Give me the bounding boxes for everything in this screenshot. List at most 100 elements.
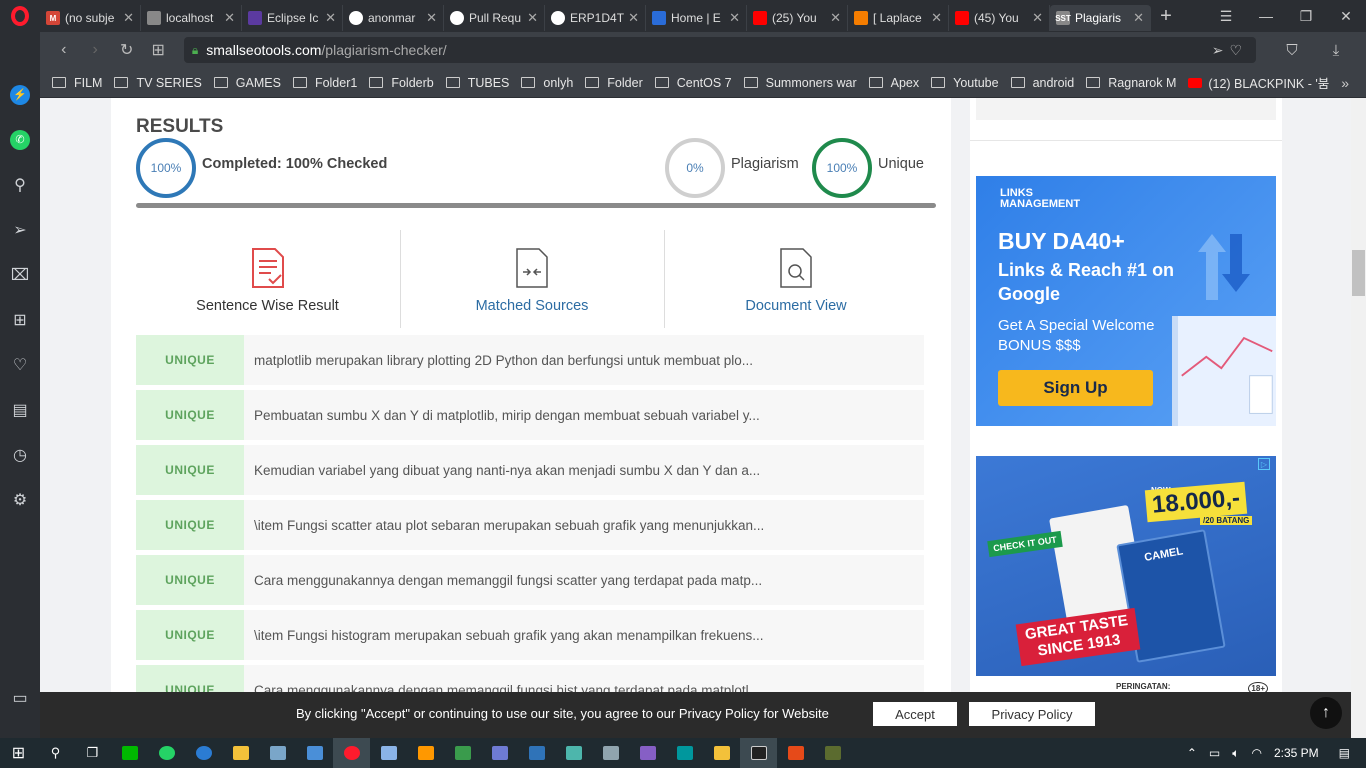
search-icon[interactable]: ⚲	[37, 738, 74, 768]
bookmark-folder[interactable]: GAMES	[213, 76, 281, 90]
browser-tab[interactable]: ERP1D4T ✕	[545, 5, 646, 31]
bookmark-folder[interactable]: FILM	[52, 76, 102, 90]
opera-taskbar-icon[interactable]	[333, 738, 370, 768]
browser-tab[interactable]: anonmar ✕	[343, 5, 444, 31]
bookmarks-more-button[interactable]: »	[1341, 75, 1349, 91]
bookmark-folder[interactable]: Summoners war	[743, 76, 857, 90]
arduino-icon[interactable]	[666, 738, 703, 768]
browser-tab[interactable]: localhost ✕	[141, 5, 242, 31]
scrollbar-thumb[interactable]	[1352, 250, 1365, 296]
shield-icon[interactable]: ⛉	[1270, 42, 1314, 59]
tray-chevron-icon[interactable]: ⌃	[1187, 746, 1197, 760]
app-icon-4[interactable]	[703, 738, 740, 768]
browser-tab[interactable]: [ Laplace ✕	[848, 5, 949, 31]
virtualbox-icon[interactable]	[518, 738, 555, 768]
file-explorer-icon[interactable]	[222, 738, 259, 768]
send-heart-icons[interactable]: ➢♡	[1212, 42, 1248, 59]
clock[interactable]: 2:35 PM	[1274, 746, 1319, 760]
wifi-icon[interactable]: ◠	[1251, 746, 1261, 760]
settings-icon[interactable]: ⚙	[0, 477, 40, 522]
sentence-row[interactable]: UNIQUE Kemudian variabel yang dibuat yang…	[136, 445, 924, 495]
browser-tab[interactable]: Pull Requ ✕	[444, 5, 545, 31]
line-app-icon[interactable]	[111, 738, 148, 768]
camera-icon[interactable]: ⌧	[0, 252, 40, 297]
tab-close-icon[interactable]: ✕	[628, 10, 639, 26]
url-input[interactable]: 🔒︎ smallseotools.com /plagiarism-checker…	[183, 37, 1256, 63]
links-management-ad[interactable]: LINKS MANAGEMENT BUY DA40+ Links & Reach …	[976, 176, 1276, 426]
reload-button[interactable]: ↻	[111, 40, 142, 60]
bookmark-folder[interactable]: TV SERIES	[114, 76, 202, 90]
app-icon-5[interactable]	[777, 738, 814, 768]
forward-button[interactable]: ›	[79, 41, 110, 59]
browser-tab[interactable]: (25) You ✕	[747, 5, 848, 31]
tab-close-icon[interactable]: ✕	[1032, 10, 1043, 26]
git-icon[interactable]	[814, 738, 851, 768]
bookmark-folder[interactable]: Folder	[585, 76, 643, 90]
bookmark-folder[interactable]: onlyh	[521, 76, 573, 90]
edge-icon[interactable]	[185, 738, 222, 768]
minimize-button[interactable]: —	[1246, 8, 1286, 25]
bookmark-youtube[interactable]: (12) BLACKPINK - '붐	[1188, 73, 1329, 92]
sublime-icon[interactable]	[407, 738, 444, 768]
tab-document-view[interactable]: Document View	[664, 230, 927, 328]
accept-button[interactable]: Accept	[873, 702, 957, 726]
sentence-row[interactable]: UNIQUE Pembuatan sumbu X dan Y di matplot…	[136, 390, 924, 440]
sentence-row[interactable]: UNIQUE matplotlib merupakan library plott…	[136, 335, 924, 385]
opera-logo-icon[interactable]	[0, 0, 40, 32]
sentence-row[interactable]: UNIQUE Cara menggunakannya dengan memangg…	[136, 555, 924, 605]
back-button[interactable]: ‹	[48, 41, 79, 59]
download-icon[interactable]: ⤓	[1314, 42, 1358, 59]
sentence-row[interactable]: UNIQUE \item Fungsi histogram merupakan s…	[136, 610, 924, 660]
volume-icon[interactable]: 🔈︎	[1232, 746, 1239, 761]
tab-close-icon[interactable]: ✕	[426, 10, 437, 26]
speed-dial-icon[interactable]: ⊞	[0, 297, 40, 342]
ad-choices-icon[interactable]: ▷	[1258, 458, 1270, 470]
browser-tab[interactable]: M (no subje ✕	[40, 5, 141, 31]
bookmark-folder[interactable]: TUBES	[445, 76, 509, 90]
bookmark-folder[interactable]: Folderb	[369, 76, 434, 90]
page-scrollbar[interactable]	[1351, 98, 1366, 738]
browser-tab[interactable]: SST Plagiaris ✕	[1050, 5, 1151, 31]
whatsapp-taskbar-icon[interactable]	[148, 738, 185, 768]
ad-sign-up-button[interactable]: Sign Up	[998, 370, 1153, 406]
sentence-row[interactable]: UNIQUE \item Fungsi scatter atau plot seb…	[136, 500, 924, 550]
terminal-icon[interactable]	[740, 738, 777, 768]
messenger-icon[interactable]: ⚡	[0, 72, 40, 117]
tab-close-icon[interactable]: ✕	[224, 10, 235, 26]
tab-matched-sources[interactable]: Matched Sources	[400, 230, 663, 328]
bookmark-folder[interactable]: android	[1010, 76, 1074, 90]
notifications-icon[interactable]: ▤	[1339, 746, 1350, 760]
bookmark-folder[interactable]: Folder1	[292, 76, 357, 90]
tab-close-icon[interactable]: ✕	[1133, 10, 1144, 26]
scroll-to-top-icon[interactable]: ↑	[1310, 697, 1342, 729]
tab-close-icon[interactable]: ✕	[325, 10, 336, 26]
camel-ad[interactable]: CAMEL NOW 18.000,- /20 BATANG CHECK IT O…	[976, 456, 1276, 676]
keyboard-icon[interactable]	[296, 738, 333, 768]
app-icon-3[interactable]	[592, 738, 629, 768]
browser-tab[interactable]: Eclipse Ic ✕	[242, 5, 343, 31]
visual-studio-icon[interactable]	[629, 738, 666, 768]
restore-button[interactable]: ❐	[1286, 8, 1326, 25]
browser-tab[interactable]: (45) You ✕	[949, 5, 1050, 31]
tab-close-icon[interactable]: ✕	[527, 10, 538, 26]
privacy-policy-button[interactable]: Privacy Policy	[969, 702, 1095, 726]
network-tool-icon[interactable]	[444, 738, 481, 768]
tab-close-icon[interactable]: ✕	[729, 10, 740, 26]
bookmark-folder[interactable]: Youtube	[931, 76, 999, 90]
send-icon[interactable]: ➢	[0, 207, 40, 252]
app-icon-1[interactable]	[481, 738, 518, 768]
tab-close-icon[interactable]: ✕	[123, 10, 134, 26]
heart-icon[interactable]: ♡	[0, 342, 40, 387]
new-tab-button[interactable]: +	[1151, 5, 1181, 28]
close-window-button[interactable]: ✕	[1326, 8, 1366, 25]
tab-close-icon[interactable]: ✕	[830, 10, 841, 26]
battery-icon[interactable]: ▭	[1209, 746, 1220, 760]
news-icon[interactable]: ▤	[0, 387, 40, 432]
start-icon[interactable]: ⊞	[0, 738, 37, 768]
tab-close-icon[interactable]: ✕	[931, 10, 942, 26]
whatsapp-icon[interactable]: ✆	[0, 117, 40, 162]
sidebar-toggle-icon[interactable]: ▭	[0, 675, 40, 720]
app-icon-2[interactable]	[555, 738, 592, 768]
tab-menu-icon[interactable]: ☰	[1206, 8, 1246, 25]
bookmark-folder[interactable]: Ragnarok M	[1086, 76, 1176, 90]
